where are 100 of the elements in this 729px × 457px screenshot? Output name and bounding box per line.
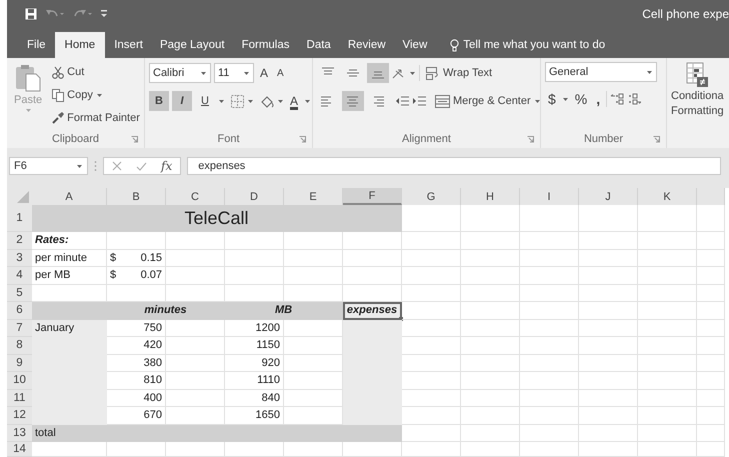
undo-icon[interactable] [45, 9, 65, 19]
italic-button[interactable]: I [172, 91, 192, 111]
column-header[interactable]: A [32, 188, 107, 205]
save-icon[interactable] [25, 8, 37, 20]
sheet-cell [107, 442, 166, 457]
sheet-cell [461, 354, 520, 372]
caret-icon[interactable] [304, 98, 312, 104]
caret-icon[interactable] [277, 98, 284, 104]
row-header[interactable]: 11 [7, 390, 32, 407]
column-header[interactable]: E [284, 188, 343, 205]
ribbon-tab[interactable]: Insert [106, 32, 151, 58]
sheet-cell [579, 232, 638, 250]
name-box[interactable]: F6 [9, 157, 88, 175]
clipboard-icon [15, 64, 42, 92]
caret-icon[interactable] [562, 96, 569, 102]
sheet-cell [579, 284, 638, 302]
row-header[interactable]: 4 [7, 267, 32, 284]
row-header[interactable]: 5 [7, 284, 32, 302]
column-header[interactable]: B [107, 188, 166, 205]
format-painter-button[interactable]: Format Painter [49, 108, 143, 128]
row-header[interactable]: 6 [7, 302, 32, 320]
formula-field[interactable]: expenses [187, 157, 721, 175]
row-header[interactable]: 13 [7, 424, 32, 442]
dialog-launcher-icon[interactable] [527, 136, 534, 143]
sheet-cell [225, 442, 284, 457]
dialog-launcher-icon[interactable] [299, 136, 306, 143]
ribbon-tab[interactable]: Formulas [234, 32, 298, 58]
sheet-cell: 920 [225, 354, 284, 372]
check-icon[interactable] [136, 162, 147, 170]
column-header[interactable]: H [461, 188, 520, 205]
sheet-cell [638, 424, 697, 442]
percent-button[interactable]: % [572, 89, 590, 109]
decrease-indent-icon[interactable] [395, 95, 409, 107]
align-center-button[interactable] [342, 91, 364, 111]
conditional-formatting-button[interactable]: Conditiona Formatting [671, 62, 724, 148]
fill-color-icon[interactable] [260, 94, 274, 108]
dialog-launcher-icon[interactable] [131, 136, 138, 143]
wrap-text-button[interactable]: Wrap Text [423, 63, 496, 83]
ribbon-tab[interactable]: Page Layout [152, 32, 233, 58]
lightbulb-icon [450, 38, 460, 52]
column-header[interactable]: C [166, 188, 225, 205]
row-header[interactable]: 10 [7, 372, 32, 390]
increase-decimal-icon[interactable] [610, 93, 624, 105]
dialog-launcher-icon[interactable] [653, 136, 660, 143]
comma-button[interactable]: , [593, 89, 604, 109]
sheet-cell [520, 205, 579, 232]
caret-icon[interactable] [409, 70, 416, 76]
column-header[interactable]: D [225, 188, 284, 205]
ribbon-tab[interactable]: View [394, 32, 436, 58]
row-header[interactable]: 2 [7, 232, 32, 250]
customize-icon[interactable] [101, 10, 107, 18]
orientation-icon[interactable] [392, 67, 406, 79]
sheet-cell [343, 267, 402, 284]
row-header[interactable]: 14 [7, 442, 32, 457]
column-header[interactable]: J [579, 188, 638, 205]
row-header[interactable]: 7 [7, 320, 32, 337]
sheet-cell [343, 442, 402, 457]
copy-button[interactable]: Copy [49, 85, 143, 105]
sheet-cell [166, 232, 225, 250]
grow-font-button[interactable]: A [257, 63, 272, 83]
currency-button[interactable]: $ [545, 89, 559, 109]
caret-icon[interactable] [534, 98, 541, 104]
caret-icon[interactable] [243, 70, 250, 76]
bold-button[interactable]: B [149, 91, 169, 111]
ribbon-tab[interactable]: File [19, 32, 54, 58]
font-name-field[interactable]: Calibri [149, 63, 211, 83]
row-header[interactable]: 1 [7, 205, 32, 232]
caret-icon[interactable] [247, 98, 254, 104]
column-header[interactable]: G [402, 188, 461, 205]
underline-button[interactable]: U [195, 91, 215, 111]
caret-icon[interactable] [96, 92, 103, 98]
sheet-cell [225, 232, 284, 250]
caret-icon[interactable] [76, 164, 83, 168]
number-format-field[interactable]: General [545, 62, 657, 82]
tell-me-field[interactable]: Tell me what you want to do [463, 39, 606, 51]
font-color-button[interactable]: A [287, 91, 302, 111]
merge-center-button[interactable]: Merge & Center [432, 91, 544, 111]
ribbon-tab[interactable]: Review [340, 32, 394, 58]
close-icon[interactable] [112, 161, 122, 171]
row-header[interactable]: 9 [7, 354, 32, 372]
cut-button[interactable]: Cut [49, 62, 143, 82]
ribbon-tab[interactable]: Home [54, 32, 106, 58]
row-header[interactable]: 8 [7, 337, 32, 354]
column-header[interactable]: I [520, 188, 579, 205]
align-bottom-button[interactable] [367, 63, 389, 83]
redo-icon[interactable] [73, 9, 93, 19]
column-header[interactable]: K [638, 188, 697, 205]
row-header[interactable]: 12 [7, 407, 32, 424]
borders-icon[interactable] [231, 94, 244, 108]
font-size-field[interactable]: 11 [214, 63, 254, 83]
ribbon-tab[interactable]: Data [298, 32, 339, 58]
row-header[interactable]: 3 [7, 250, 32, 267]
shrink-font-button[interactable]: A [274, 63, 287, 83]
caret-icon[interactable] [646, 70, 653, 74]
column-header[interactable]: F [343, 188, 402, 205]
caret-icon[interactable] [218, 98, 225, 104]
decrease-decimal-icon[interactable] [627, 93, 642, 105]
increase-indent-icon[interactable] [412, 95, 426, 107]
caret-icon[interactable] [200, 70, 207, 76]
insert-function-button[interactable]: fx [161, 159, 172, 173]
